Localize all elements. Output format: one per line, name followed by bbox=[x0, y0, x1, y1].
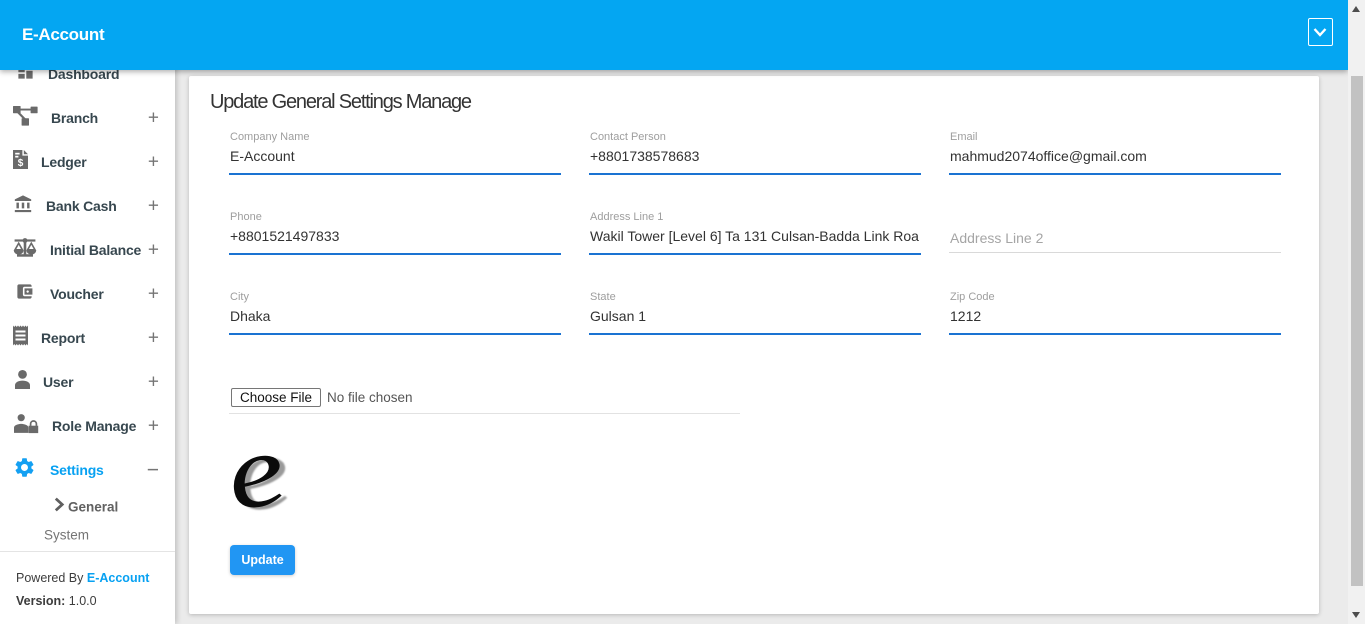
svg-text:$: $ bbox=[18, 158, 24, 169]
